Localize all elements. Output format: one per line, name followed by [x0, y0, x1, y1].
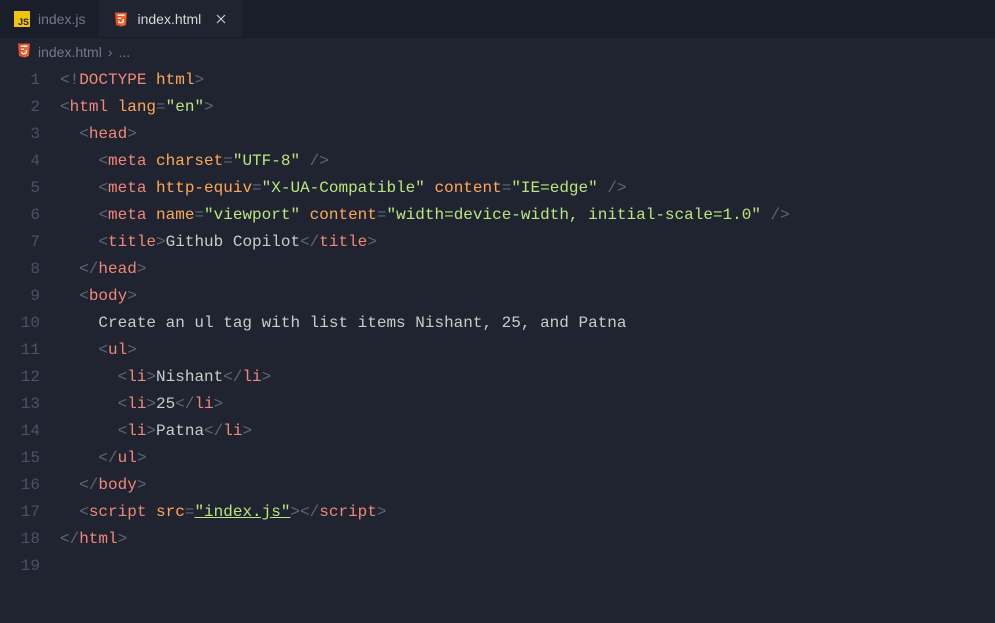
code-line: <li>Nishant</li>	[60, 364, 995, 391]
code-line: <html lang="en">	[60, 94, 995, 121]
line-number: 11	[0, 337, 40, 364]
code-content[interactable]: <!DOCTYPE html> <html lang="en"> <head> …	[60, 67, 995, 580]
line-number: 2	[0, 94, 40, 121]
line-number: 13	[0, 391, 40, 418]
code-line: <li>25</li>	[60, 391, 995, 418]
code-line: <script src="index.js"></script>	[60, 499, 995, 526]
breadcrumb-separator: ›	[108, 44, 113, 60]
line-number: 8	[0, 256, 40, 283]
code-line: <!DOCTYPE html>	[60, 67, 995, 94]
html-file-icon	[113, 11, 129, 27]
tab-bar: JS index.js index.html	[0, 0, 995, 38]
code-line: </ul>	[60, 445, 995, 472]
line-number: 17	[0, 499, 40, 526]
code-line: Create an ul tag with list items Nishant…	[60, 310, 995, 337]
code-line	[60, 553, 995, 580]
tab-label: index.html	[137, 11, 201, 27]
line-number: 10	[0, 310, 40, 337]
line-number: 16	[0, 472, 40, 499]
html-file-icon	[16, 42, 32, 61]
code-line: <meta http-equiv="X-UA-Compatible" conte…	[60, 175, 995, 202]
tab-label: index.js	[38, 11, 85, 27]
tab-index-html[interactable]: index.html	[99, 0, 243, 37]
line-number: 3	[0, 121, 40, 148]
line-number: 14	[0, 418, 40, 445]
breadcrumb[interactable]: index.html › ...	[0, 38, 995, 65]
code-line: </html>	[60, 526, 995, 553]
line-number: 15	[0, 445, 40, 472]
line-number-gutter: 1 2 3 4 5 6 7 8 9 10 11 12 13 14 15 16 1…	[0, 67, 60, 580]
code-line: <ul>	[60, 337, 995, 364]
line-number: 5	[0, 175, 40, 202]
line-number: 18	[0, 526, 40, 553]
js-file-icon: JS	[14, 11, 30, 27]
breadcrumb-more: ...	[118, 44, 130, 60]
code-line: <body>	[60, 283, 995, 310]
tab-index-js[interactable]: JS index.js	[0, 0, 99, 37]
line-number: 7	[0, 229, 40, 256]
line-number: 19	[0, 553, 40, 580]
code-line: <meta name="viewport" content="width=dev…	[60, 202, 995, 229]
code-line: </head>	[60, 256, 995, 283]
line-number: 12	[0, 364, 40, 391]
code-line: </body>	[60, 472, 995, 499]
breadcrumb-file: index.html	[38, 44, 102, 60]
editor-area[interactable]: 1 2 3 4 5 6 7 8 9 10 11 12 13 14 15 16 1…	[0, 65, 995, 580]
line-number: 6	[0, 202, 40, 229]
line-number: 9	[0, 283, 40, 310]
code-line: <li>Patna</li>	[60, 418, 995, 445]
code-line: <head>	[60, 121, 995, 148]
code-line: <meta charset="UTF-8" />	[60, 148, 995, 175]
line-number: 4	[0, 148, 40, 175]
code-line: <title>Github Copilot</title>	[60, 229, 995, 256]
close-icon[interactable]	[213, 11, 229, 27]
line-number: 1	[0, 67, 40, 94]
